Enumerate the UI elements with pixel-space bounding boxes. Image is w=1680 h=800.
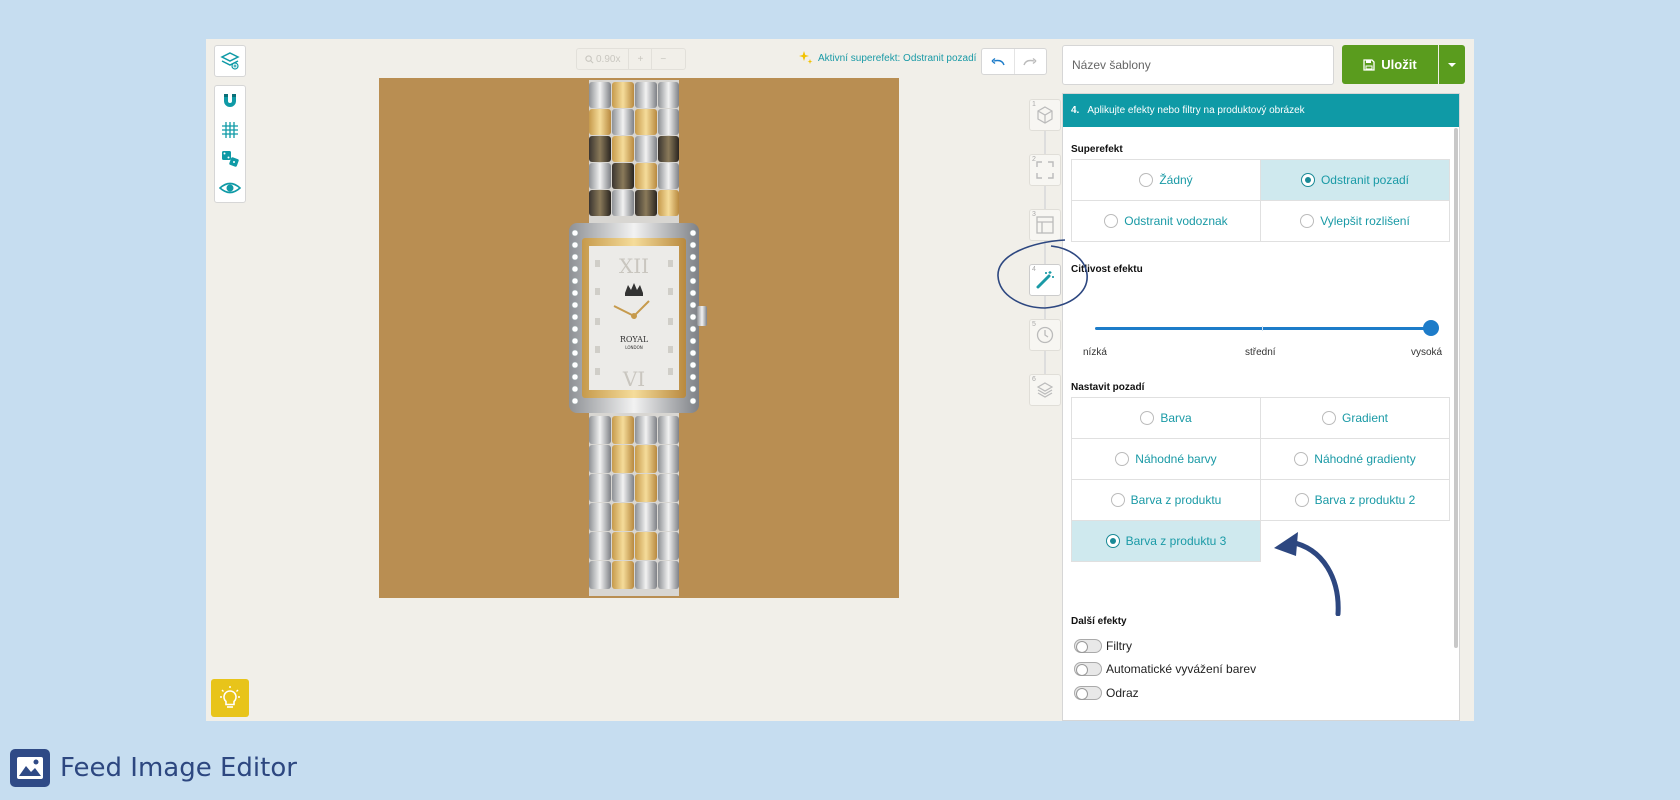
dial-numeral-top: XII bbox=[619, 254, 649, 278]
step-5[interactable]: 5 bbox=[1029, 319, 1061, 351]
brand-logo bbox=[10, 749, 50, 787]
active-effect-text: Aktivní superefekt: Odstranit pozadí bbox=[818, 52, 977, 64]
sensitivity-slider-track[interactable] bbox=[1095, 327, 1431, 330]
dial-numeral-bottom: VI bbox=[622, 367, 645, 391]
tool-group bbox=[214, 85, 246, 203]
radio-icon bbox=[1110, 493, 1125, 507]
sensitivity-label-mid: střední bbox=[1245, 347, 1276, 358]
dial-brand: ROYAL bbox=[620, 335, 649, 344]
magnet-tool[interactable] bbox=[215, 86, 245, 115]
bg-option-color[interactable]: Barva bbox=[1071, 397, 1261, 439]
undo-icon bbox=[991, 57, 1005, 65]
superefekt-option-remove-bg[interactable]: Odstranit pozadí bbox=[1260, 159, 1450, 201]
radio-icon bbox=[1115, 452, 1130, 466]
bg-option-product-color[interactable]: Barva z produktu bbox=[1071, 479, 1261, 521]
floppy-icon bbox=[1363, 58, 1375, 71]
toggle-filters-label: Filtry bbox=[1106, 639, 1132, 653]
image-icon bbox=[17, 757, 43, 779]
step-number: 4. bbox=[1071, 105, 1080, 116]
tips-button[interactable] bbox=[211, 679, 249, 717]
step-3[interactable]: 3 bbox=[1029, 209, 1061, 241]
clock-icon bbox=[1036, 326, 1054, 344]
save-options-button[interactable] bbox=[1439, 45, 1465, 84]
save-label: Uložit bbox=[1381, 57, 1417, 72]
other-effects-heading: Další efekty bbox=[1071, 616, 1127, 627]
bg-option-product-color-2[interactable]: Barva z produktu 2 bbox=[1260, 479, 1450, 521]
effects-panel: 4. Aplikujte efekty nebo filtry na produ… bbox=[1062, 93, 1460, 721]
zoom-in-button[interactable]: + bbox=[629, 54, 651, 65]
step-2[interactable]: 2 bbox=[1029, 154, 1061, 186]
cube-icon bbox=[1037, 106, 1053, 124]
zoom-bar: 0.90x + − bbox=[576, 48, 686, 70]
editor-app: 0.90x + − Aktivní superefekt: Odstranit … bbox=[206, 39, 1474, 721]
search-icon bbox=[585, 54, 594, 63]
eye-icon bbox=[219, 182, 241, 193]
superefekt-option-remove-watermark[interactable]: Odstranit vodoznak bbox=[1071, 200, 1261, 242]
caret-down-icon bbox=[1448, 62, 1456, 67]
radio-icon bbox=[1140, 411, 1155, 425]
redo-button[interactable] bbox=[1013, 49, 1047, 74]
bg-option-product-color-3[interactable]: Barva z produktu 3 bbox=[1071, 520, 1261, 562]
sensitivity-slider-thumb[interactable] bbox=[1423, 320, 1439, 336]
toggle-auto-white-balance[interactable] bbox=[1074, 662, 1102, 676]
magnet-icon bbox=[224, 93, 236, 107]
background-heading: Nastavit pozadí bbox=[1071, 382, 1145, 393]
superefekt-option-upscale[interactable]: Vylepšit rozlišení bbox=[1260, 200, 1450, 242]
sensitivity-label-high: vysoká bbox=[1411, 347, 1443, 358]
watch-image: XII VI ROYAL LONDON bbox=[569, 80, 707, 596]
sensitivity-label-low: nízká bbox=[1083, 347, 1107, 358]
layers-tool-button[interactable] bbox=[214, 45, 246, 77]
history-controls bbox=[981, 48, 1047, 75]
frame-icon bbox=[1036, 161, 1054, 179]
template-name-input[interactable] bbox=[1062, 45, 1334, 85]
radio-icon bbox=[1294, 493, 1309, 507]
bg-option-random-gradients[interactable]: Náhodné gradienty bbox=[1260, 438, 1450, 480]
layout-icon bbox=[1036, 216, 1054, 234]
bg-option-gradient[interactable]: Gradient bbox=[1260, 397, 1450, 439]
radio-icon bbox=[1321, 411, 1336, 425]
annotation-arrow bbox=[1274, 532, 1341, 616]
lightbulb-icon bbox=[220, 686, 240, 708]
grid-icon bbox=[222, 121, 238, 138]
toggle-filters[interactable] bbox=[1074, 639, 1102, 653]
zoom-out-button[interactable]: − bbox=[652, 54, 674, 65]
redo-icon bbox=[1023, 57, 1037, 65]
product-canvas[interactable]: XII VI ROYAL LONDON bbox=[379, 78, 899, 598]
layers-add-icon bbox=[220, 52, 240, 70]
radio-selected-icon bbox=[1105, 534, 1120, 548]
panel-title: Aplikujte efekty nebo filtry na produkto… bbox=[1087, 105, 1305, 116]
superefekt-heading: Superefekt bbox=[1071, 144, 1123, 155]
panel-header: 4. Aplikujte efekty nebo filtry na produ… bbox=[1063, 94, 1459, 127]
radio-icon bbox=[1300, 214, 1315, 228]
bg-option-random-colors[interactable]: Náhodné barvy bbox=[1071, 438, 1261, 480]
panel-scrollbar[interactable] bbox=[1454, 128, 1458, 648]
layers-icon bbox=[1036, 382, 1054, 398]
radio-icon bbox=[1294, 452, 1309, 466]
brand: Feed Image Editor bbox=[10, 749, 297, 787]
random-tool[interactable] bbox=[215, 144, 245, 173]
dial-brand-sub: LONDON bbox=[625, 345, 642, 350]
radio-selected-icon bbox=[1300, 173, 1315, 187]
toggle-reflection[interactable] bbox=[1074, 686, 1102, 700]
brand-name: Feed Image Editor bbox=[60, 753, 297, 783]
annotation-circle bbox=[997, 239, 1088, 309]
grid-tool[interactable] bbox=[215, 115, 245, 144]
active-effect-indicator: Aktivní superefekt: Odstranit pozadí bbox=[798, 49, 976, 67]
sparkles-icon bbox=[799, 51, 813, 64]
save-button[interactable]: Uložit bbox=[1342, 45, 1438, 84]
step-1[interactable]: 1 bbox=[1029, 99, 1061, 131]
undo-button[interactable] bbox=[982, 49, 1014, 74]
step-6[interactable]: 6 bbox=[1029, 374, 1061, 406]
zoom-level[interactable]: 0.90x bbox=[577, 54, 628, 65]
dice-icon bbox=[222, 150, 239, 167]
preview-tool[interactable] bbox=[215, 173, 245, 202]
superefekt-option-none[interactable]: Žádný bbox=[1071, 159, 1261, 201]
radio-icon bbox=[1104, 214, 1119, 228]
toggle-auto-white-balance-label: Automatické vyvážení barev bbox=[1106, 662, 1257, 676]
toggle-reflection-label: Odraz bbox=[1106, 686, 1139, 700]
radio-icon bbox=[1139, 173, 1154, 187]
